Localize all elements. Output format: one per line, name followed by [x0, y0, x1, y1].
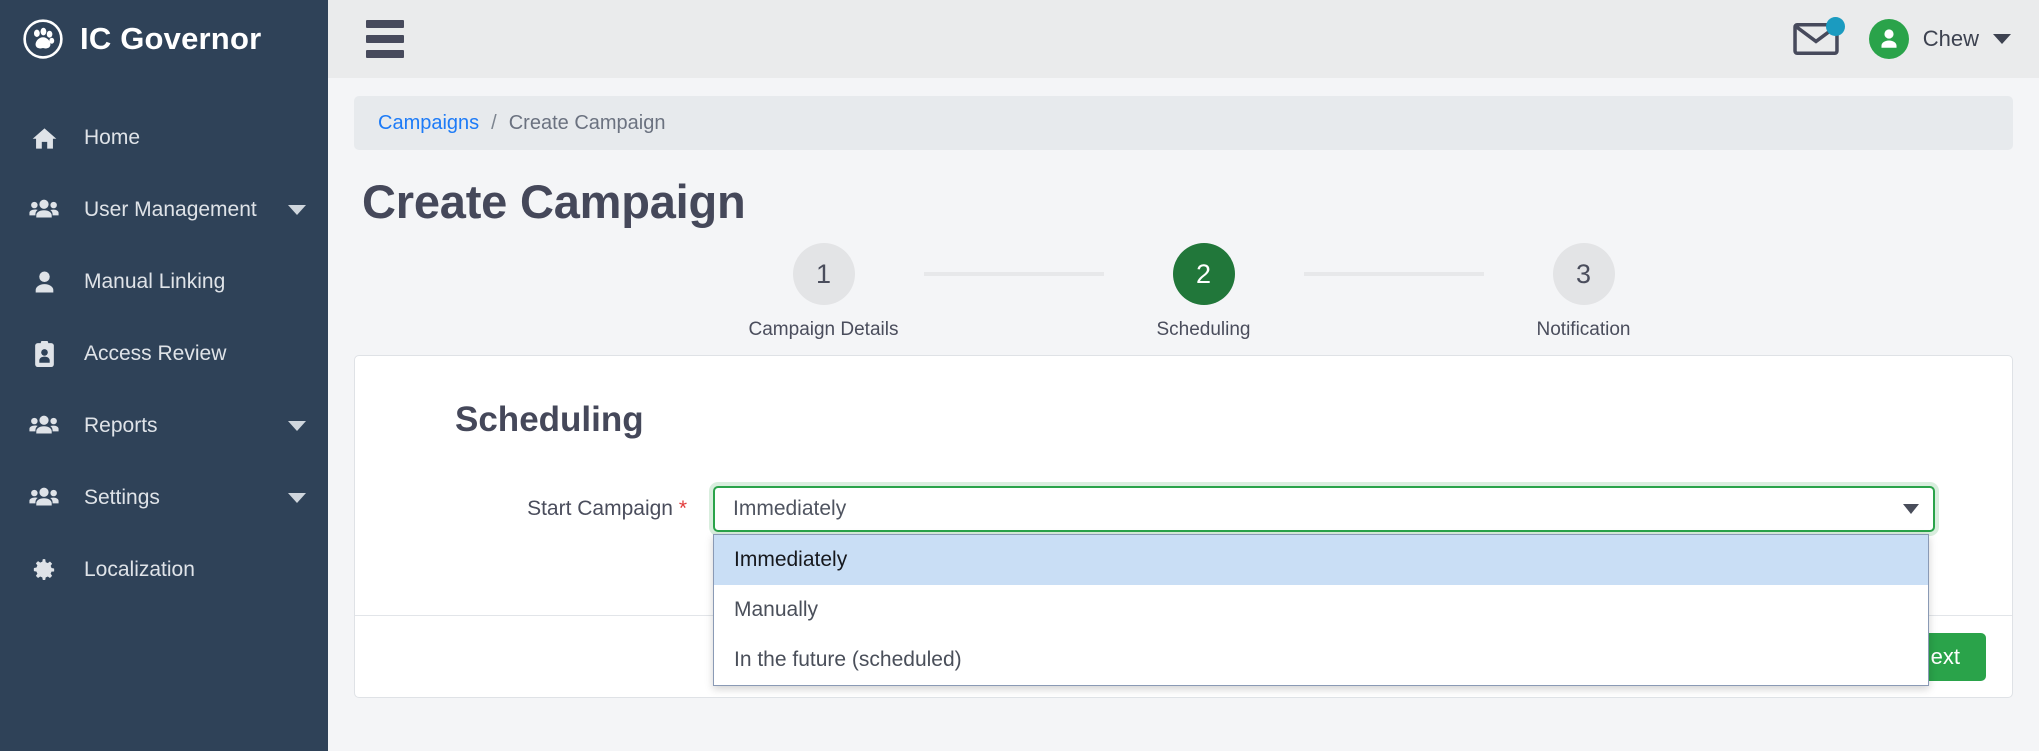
sidebar-item-label: Home [84, 126, 141, 149]
required-marker: * [678, 497, 687, 520]
label-text: Start Campaign [527, 497, 673, 520]
chevron-down-icon[interactable] [288, 205, 306, 215]
step-notification[interactable]: 3 Notification [1484, 243, 1684, 341]
users-group-icon [26, 415, 62, 437]
step-connector [1303, 272, 1484, 276]
step-label: Campaign Details [748, 319, 899, 340]
main-area: Chew Campaigns / Create Campaign Create … [328, 0, 2039, 751]
sidebar-item-label: Access Review [84, 342, 227, 365]
avatar [1868, 19, 1909, 59]
step-connector [923, 272, 1104, 276]
chevron-down-icon[interactable] [1993, 34, 2011, 44]
brand[interactable]: IC Governor [0, 0, 328, 78]
gear-icon [26, 557, 62, 583]
step-number: 2 [1172, 243, 1235, 305]
step-label: Notification [1536, 319, 1631, 340]
step-number: 1 [792, 243, 855, 305]
sidebar-item-label: Settings [84, 486, 160, 509]
sidebar-item-manual-linking[interactable]: Manual Linking [0, 246, 328, 318]
page-content: Campaigns / Create Campaign Create Campa… [328, 78, 2039, 751]
start-campaign-select-wrap: Immediately Immediately Manually In the … [713, 486, 1935, 686]
card-body: Scheduling Start Campaign * Immediately [355, 356, 2012, 686]
chevron-down-icon[interactable] [288, 493, 306, 503]
sidebar-item-label: User Management [84, 198, 257, 221]
sidebar: IC Governor Home User Management Manual … [0, 0, 328, 751]
page-title: Create Campaign [362, 175, 746, 228]
topbar: Chew [328, 0, 2039, 78]
chevron-down-icon[interactable] [1903, 504, 1919, 514]
step-scheduling[interactable]: 2 Scheduling [1104, 243, 1304, 341]
section-title: Scheduling [455, 400, 644, 439]
topbar-actions: Chew [1789, 17, 2011, 61]
start-campaign-label: Start Campaign * [455, 497, 713, 521]
stepper: 1 Campaign Details 2 Scheduling 3 Notifi… [354, 243, 2013, 341]
breadcrumb-link-campaigns[interactable]: Campaigns [378, 112, 479, 135]
hamburger-icon[interactable] [362, 16, 408, 62]
sidebar-item-localization[interactable]: Localization [0, 534, 328, 606]
paw-print-circle-icon [22, 18, 64, 60]
users-group-icon [26, 199, 62, 221]
sidebar-item-label: Localization [84, 558, 195, 581]
app-root: IC Governor Home User Management Manual … [0, 0, 2039, 751]
dropdown-option-in-the-future[interactable]: In the future (scheduled) [714, 635, 1928, 685]
breadcrumb-separator: / [491, 111, 497, 134]
home-icon [26, 125, 62, 152]
envelope-icon[interactable] [1789, 17, 1845, 61]
users-group-icon [26, 487, 62, 509]
sidebar-item-label: Reports [84, 414, 158, 437]
user-icon [26, 270, 62, 294]
breadcrumb-current: Create Campaign [508, 111, 666, 134]
step-number: 3 [1552, 243, 1615, 305]
sidebar-nav: Home User Management Manual Linking Acce… [0, 78, 328, 606]
dropdown-option-immediately[interactable]: Immediately [714, 535, 1928, 585]
start-campaign-dropdown: Immediately Manually In the future (sche… [713, 534, 1929, 686]
sidebar-item-label: Manual Linking [84, 270, 226, 293]
hamburger-bar [366, 50, 404, 58]
start-campaign-row: Start Campaign * Immediately Immediately… [355, 486, 2012, 686]
hamburger-bar [366, 20, 404, 28]
brand-title: IC Governor [80, 21, 262, 56]
hamburger-bar [366, 35, 404, 43]
start-campaign-select[interactable]: Immediately [713, 486, 1935, 532]
dropdown-option-manually[interactable]: Manually [714, 585, 1928, 635]
step-label: Scheduling [1156, 319, 1251, 340]
notification-badge [1825, 17, 1845, 36]
chevron-down-icon[interactable] [288, 421, 306, 431]
breadcrumb: Campaigns / Create Campaign [354, 96, 2013, 150]
scheduling-card: Scheduling Start Campaign * Immediately [354, 355, 2013, 698]
id-badge-icon [26, 340, 62, 368]
sidebar-item-settings[interactable]: Settings [0, 462, 328, 534]
selected-value: Immediately [733, 497, 847, 520]
sidebar-item-reports[interactable]: Reports [0, 390, 328, 462]
user-name: Chew [1922, 26, 1979, 51]
step-campaign-details[interactable]: 1 Campaign Details [724, 243, 924, 341]
sidebar-item-access-review[interactable]: Access Review [0, 318, 328, 390]
user-menu[interactable]: Chew [1868, 19, 2011, 59]
sidebar-item-home[interactable]: Home [0, 102, 328, 174]
sidebar-item-user-management[interactable]: User Management [0, 174, 328, 246]
